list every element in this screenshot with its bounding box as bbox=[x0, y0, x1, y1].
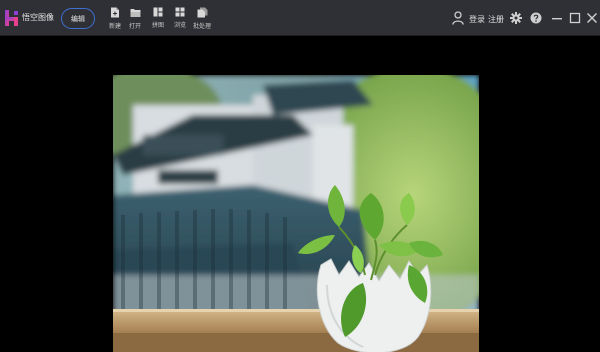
collage-icon bbox=[153, 7, 163, 17]
batch-process-icon bbox=[197, 7, 207, 18]
edit-button[interactable]: 编辑 bbox=[61, 8, 95, 29]
close-icon[interactable] bbox=[586, 12, 598, 24]
app-logo-icon bbox=[5, 10, 18, 26]
app-name: 悟空图像 bbox=[22, 13, 54, 22]
gear-icon[interactable] bbox=[510, 12, 522, 24]
minimize-icon[interactable] bbox=[551, 12, 563, 24]
help-icon[interactable] bbox=[530, 12, 542, 24]
photo-preview bbox=[113, 75, 479, 352]
edit-button-label: 编辑 bbox=[71, 14, 85, 23]
open-folder-icon bbox=[130, 9, 140, 17]
register-link[interactable]: 注册 bbox=[488, 14, 504, 25]
image-canvas[interactable] bbox=[0, 37, 600, 352]
browse-grid-icon bbox=[175, 7, 185, 17]
batch-button[interactable]: 批处理 bbox=[188, 7, 216, 35]
batch-label: 批处理 bbox=[192, 23, 211, 30]
new-file-icon bbox=[111, 7, 119, 18]
login-link[interactable]: 登录 bbox=[469, 14, 485, 25]
maximize-icon[interactable] bbox=[569, 12, 581, 24]
title-bar: 悟空图像 编辑 新建 打开 拼图 浏览 批处理 登录 注册 bbox=[0, 0, 600, 36]
photo-image bbox=[113, 75, 479, 352]
user-icon[interactable] bbox=[452, 11, 464, 25]
